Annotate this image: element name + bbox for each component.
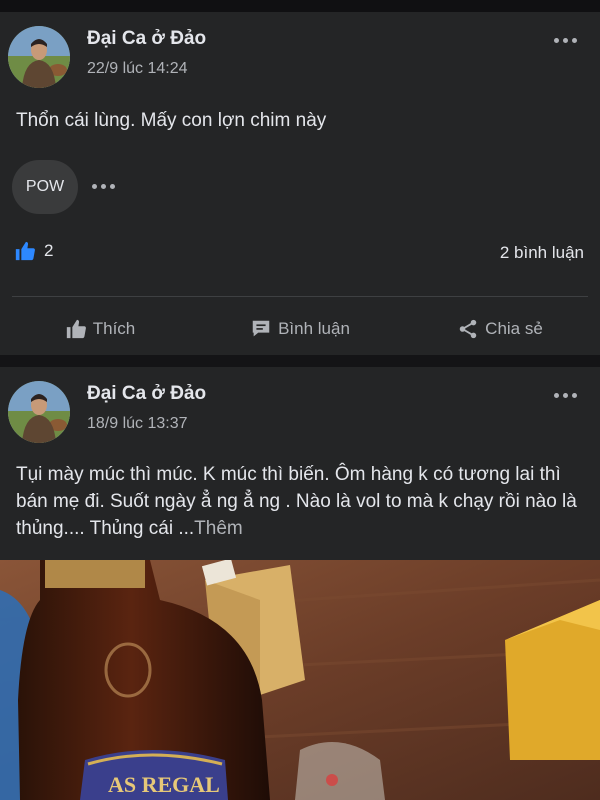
share-button[interactable]: Chia sẻ [400,309,600,349]
post-photo[interactable]: AS REGAL [0,560,600,800]
post-card: Đại Ca ở Đảo 18/9 lúc 13:37 Tụi mày múc … [0,367,600,560]
likes-count: 2 [44,241,54,260]
divider [12,296,588,297]
post-time[interactable]: 22/9 lúc 14:24 [87,60,188,78]
more-dots-icon [553,392,559,398]
thumbs-up-icon [15,241,35,261]
share-icon [459,319,477,339]
comment-icon [252,320,270,337]
post-actions: Thích Bình luận Chia sẻ [0,309,600,349]
post-menu-button[interactable] [550,385,580,405]
avatar[interactable] [8,381,70,443]
feed-gap [0,355,600,367]
post-text: Thổn cái lùng. Mấy con lợn chim này [16,110,327,131]
post-card: Đại Ca ở Đảo 22/9 lúc 14:24 Thổn cái lùn… [0,12,600,355]
likes-summary[interactable]: 2 [14,240,53,262]
post-author[interactable]: Đại Ca ở Đảo [87,28,206,50]
bottle-label: AS REGAL [108,772,220,797]
more-dots-icon [553,37,559,43]
comments-count[interactable]: 2 bình luận [500,243,584,263]
like-button-label: Thích [92,319,136,338]
see-more-link[interactable]: Thêm [194,518,243,539]
post-time[interactable]: 18/9 lúc 13:37 [87,415,188,433]
reaction-chip[interactable]: POW [12,160,78,214]
post-menu-button[interactable] [550,30,580,50]
top-strip [0,0,600,12]
avatar[interactable] [8,26,70,88]
post-author[interactable]: Đại Ca ở Đảo [87,383,206,405]
post-text: Tụi mày múc thì múc. K múc thì biến. Ôm … [16,461,584,542]
comment-button-label: Bình luận [278,319,350,338]
share-button-label: Chia sẻ [485,319,543,338]
like-button[interactable]: Thích [0,309,200,349]
reaction-more-button[interactable] [92,177,118,195]
comment-button[interactable]: Bình luận [200,309,400,349]
more-dots-icon [92,183,97,189]
post-text-body: Tụi mày múc thì múc. K múc thì biến. Ôm … [16,464,577,539]
thumbs-up-icon [66,319,86,339]
